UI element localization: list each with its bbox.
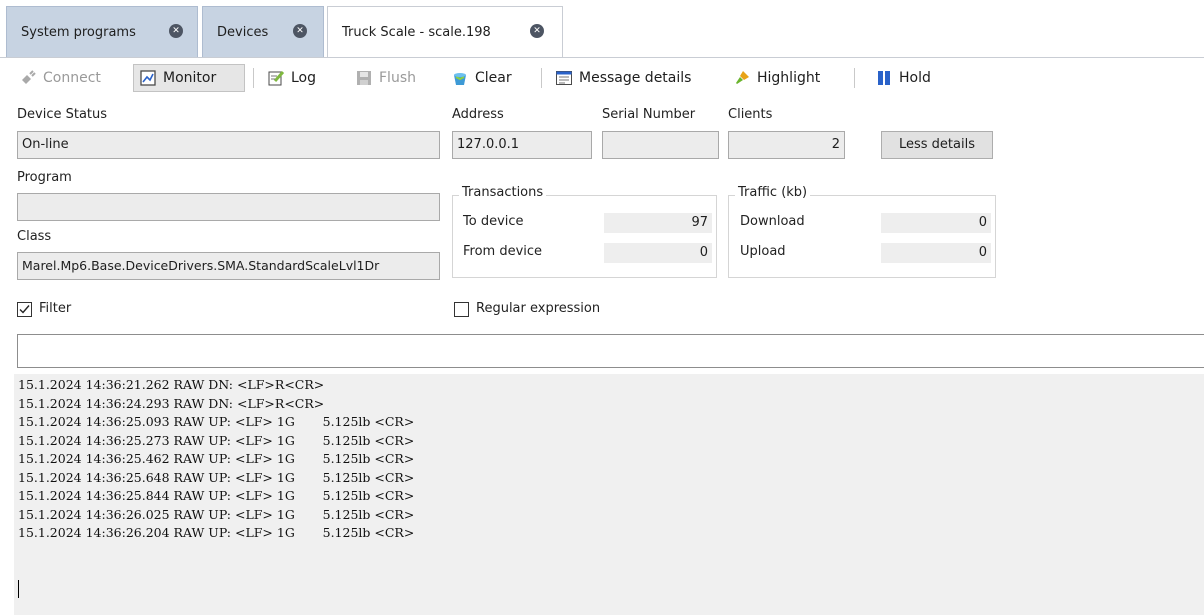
- regular-expression-label: Regular expression: [476, 301, 601, 316]
- regular-expression-checkbox[interactable]: [454, 302, 469, 317]
- address-field: 127.0.0.1: [452, 131, 592, 159]
- log-line: 15.1.2024 14:36:26.204 RAW UP: <LF> 1G 5…: [18, 525, 415, 540]
- close-icon[interactable]: ✕: [530, 24, 544, 38]
- close-icon[interactable]: ✕: [169, 24, 183, 38]
- download-label: Download: [740, 214, 805, 229]
- to-device-value: 97: [604, 213, 712, 233]
- traffic-group: [728, 195, 996, 278]
- tab-truck-scale[interactable]: Truck Scale - scale.198 ✕: [327, 6, 563, 58]
- highlight-button[interactable]: Highlight: [728, 64, 825, 92]
- class-field: Marel.Mp6.Base.DeviceDrivers.SMA.Standar…: [17, 252, 440, 280]
- log-label: Log: [291, 70, 317, 86]
- toolbar-separator: [541, 68, 542, 88]
- less-details-button[interactable]: Less details: [881, 131, 993, 159]
- log-line: 15.1.2024 14:36:25.462 RAW UP: <LF> 1G 5…: [18, 451, 415, 466]
- toolbar: Connect Monitor Log Flush Clear Message …: [0, 58, 1204, 98]
- log-line: 15.1.2024 14:36:25.093 RAW UP: <LF> 1G 5…: [18, 414, 415, 429]
- details-icon: [555, 69, 573, 87]
- log-line: 15.1.2024 14:36:24.293 RAW DN: <LF>R<CR>: [18, 395, 325, 411]
- toolbar-separator: [253, 68, 254, 88]
- address-label: Address: [452, 107, 504, 122]
- clear-label: Clear: [475, 70, 512, 86]
- brush-icon: [733, 69, 751, 87]
- message-details-button[interactable]: Message details: [550, 64, 696, 92]
- tab-label: Devices: [217, 24, 269, 40]
- clients-label: Clients: [728, 107, 773, 122]
- check-icon: [19, 305, 30, 314]
- from-device-label: From device: [463, 244, 543, 259]
- filter-checkbox[interactable]: [17, 302, 32, 317]
- close-icon[interactable]: ✕: [293, 24, 307, 38]
- class-label: Class: [17, 229, 52, 244]
- pause-icon: [875, 69, 893, 87]
- monitor-label: Monitor: [163, 70, 217, 86]
- connect-button[interactable]: Connect: [14, 64, 106, 92]
- program-field: [17, 193, 440, 221]
- program-label: Program: [17, 170, 72, 185]
- log-line: 15.1.2024 14:36:25.648 RAW UP: <LF> 1G 5…: [18, 469, 415, 485]
- upload-label: Upload: [740, 244, 786, 259]
- hold-button[interactable]: Hold: [870, 64, 936, 92]
- filter-input[interactable]: [17, 334, 1204, 368]
- tab-strip: System programs ✕ Devices ✕ Truck Scale …: [0, 0, 1204, 58]
- tab-system-programs[interactable]: System programs ✕: [6, 6, 198, 57]
- log-line: 15.1.2024 14:36:25.844 RAW UP: <LF> 1G 5…: [18, 488, 415, 503]
- monitor-button[interactable]: Monitor: [133, 64, 245, 92]
- plug-icon: [19, 69, 37, 87]
- log-line: 15.1.2024 14:36:21.262 RAW DN: <LF>R<CR>: [18, 377, 325, 392]
- transactions-group: [452, 195, 717, 278]
- tab-label: Truck Scale - scale.198: [342, 25, 491, 40]
- log-output[interactable]: 15.1.2024 14:36:21.262 RAW DN: <LF>R<CR>…: [14, 374, 1204, 615]
- bucket-icon: [451, 69, 469, 87]
- log-line: 15.1.2024 14:36:25.273 RAW UP: <LF> 1G 5…: [18, 432, 415, 448]
- tab-label: System programs: [21, 24, 136, 40]
- upload-value: 0: [881, 243, 991, 263]
- tab-devices[interactable]: Devices ✕: [202, 6, 324, 57]
- from-device-value: 0: [604, 243, 712, 263]
- serial-number-field: [602, 131, 719, 159]
- log-icon: [267, 69, 285, 87]
- device-status-field: On-line: [17, 131, 440, 159]
- traffic-title: Traffic (kb): [735, 185, 811, 200]
- to-device-label: To device: [463, 214, 524, 229]
- clients-field: 2: [728, 131, 845, 159]
- log-line: 15.1.2024 14:36:26.025 RAW UP: <LF> 1G 5…: [18, 506, 415, 522]
- transactions-title: Transactions: [459, 185, 547, 200]
- download-value: 0: [881, 213, 991, 233]
- clear-button[interactable]: Clear: [446, 64, 517, 92]
- save-icon: [355, 69, 373, 87]
- text-caret: [18, 580, 19, 598]
- serial-number-label: Serial Number: [602, 107, 696, 122]
- filter-label: Filter: [39, 301, 72, 316]
- connect-label: Connect: [43, 70, 101, 86]
- toolbar-separator: [854, 68, 855, 88]
- message-details-label: Message details: [579, 70, 692, 86]
- monitor-icon: [139, 69, 157, 87]
- flush-button[interactable]: Flush: [350, 64, 421, 92]
- hold-label: Hold: [899, 70, 931, 86]
- flush-label: Flush: [379, 70, 416, 86]
- log-button[interactable]: Log: [262, 64, 321, 92]
- highlight-label: Highlight: [757, 70, 821, 86]
- device-status-label: Device Status: [17, 107, 108, 122]
